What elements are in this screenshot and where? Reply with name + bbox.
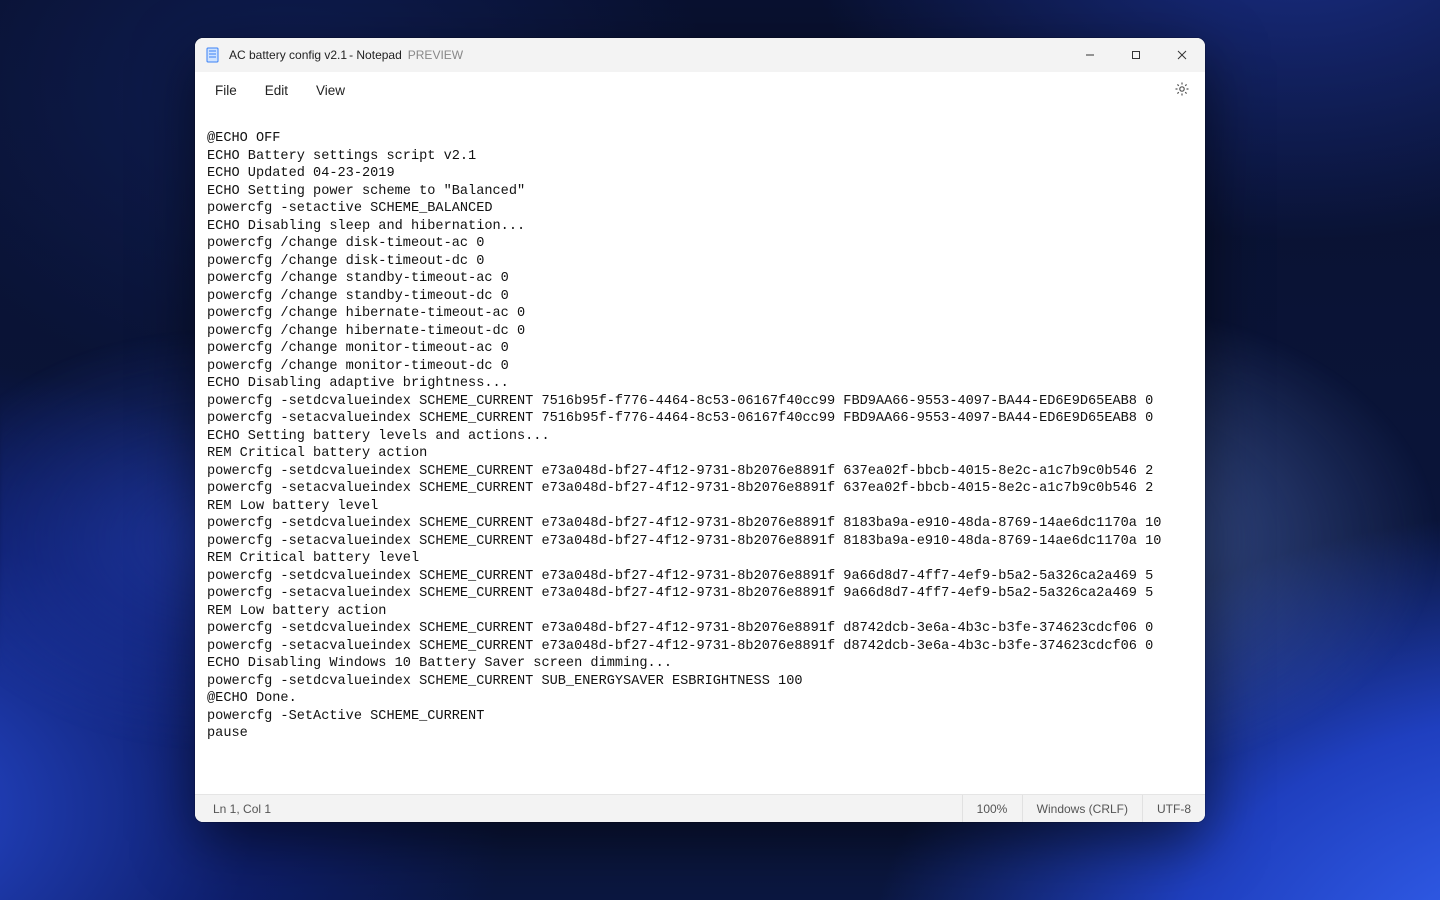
menu-view[interactable]: View [302, 77, 359, 104]
menu-edit[interactable]: Edit [251, 77, 302, 104]
titlebar[interactable]: AC battery config v2.1 - Notepad PREVIEW [195, 38, 1205, 72]
minimize-button[interactable] [1067, 38, 1113, 72]
title-preview-badge: PREVIEW [408, 48, 463, 62]
title-appname: - Notepad [349, 48, 402, 62]
text-editor[interactable]: @ECHO OFF ECHO Battery settings script v… [195, 110, 1205, 794]
maximize-button[interactable] [1113, 38, 1159, 72]
document-content[interactable]: @ECHO OFF ECHO Battery settings script v… [207, 130, 1193, 743]
close-button[interactable] [1159, 38, 1205, 72]
notepad-app-icon [205, 47, 221, 63]
status-encoding: UTF-8 [1142, 795, 1205, 822]
status-zoom[interactable]: 100% [962, 795, 1022, 822]
gear-icon [1174, 81, 1190, 100]
settings-button[interactable] [1165, 74, 1199, 108]
menubar: File Edit View [195, 72, 1205, 110]
title-filename: AC battery config v2.1 [229, 48, 347, 62]
status-line-ending: Windows (CRLF) [1022, 795, 1142, 822]
status-cursor-position: Ln 1, Col 1 [195, 795, 285, 822]
menu-file[interactable]: File [201, 77, 251, 104]
notepad-window: AC battery config v2.1 - Notepad PREVIEW… [195, 38, 1205, 822]
statusbar: Ln 1, Col 1 100% Windows (CRLF) UTF-8 [195, 794, 1205, 822]
